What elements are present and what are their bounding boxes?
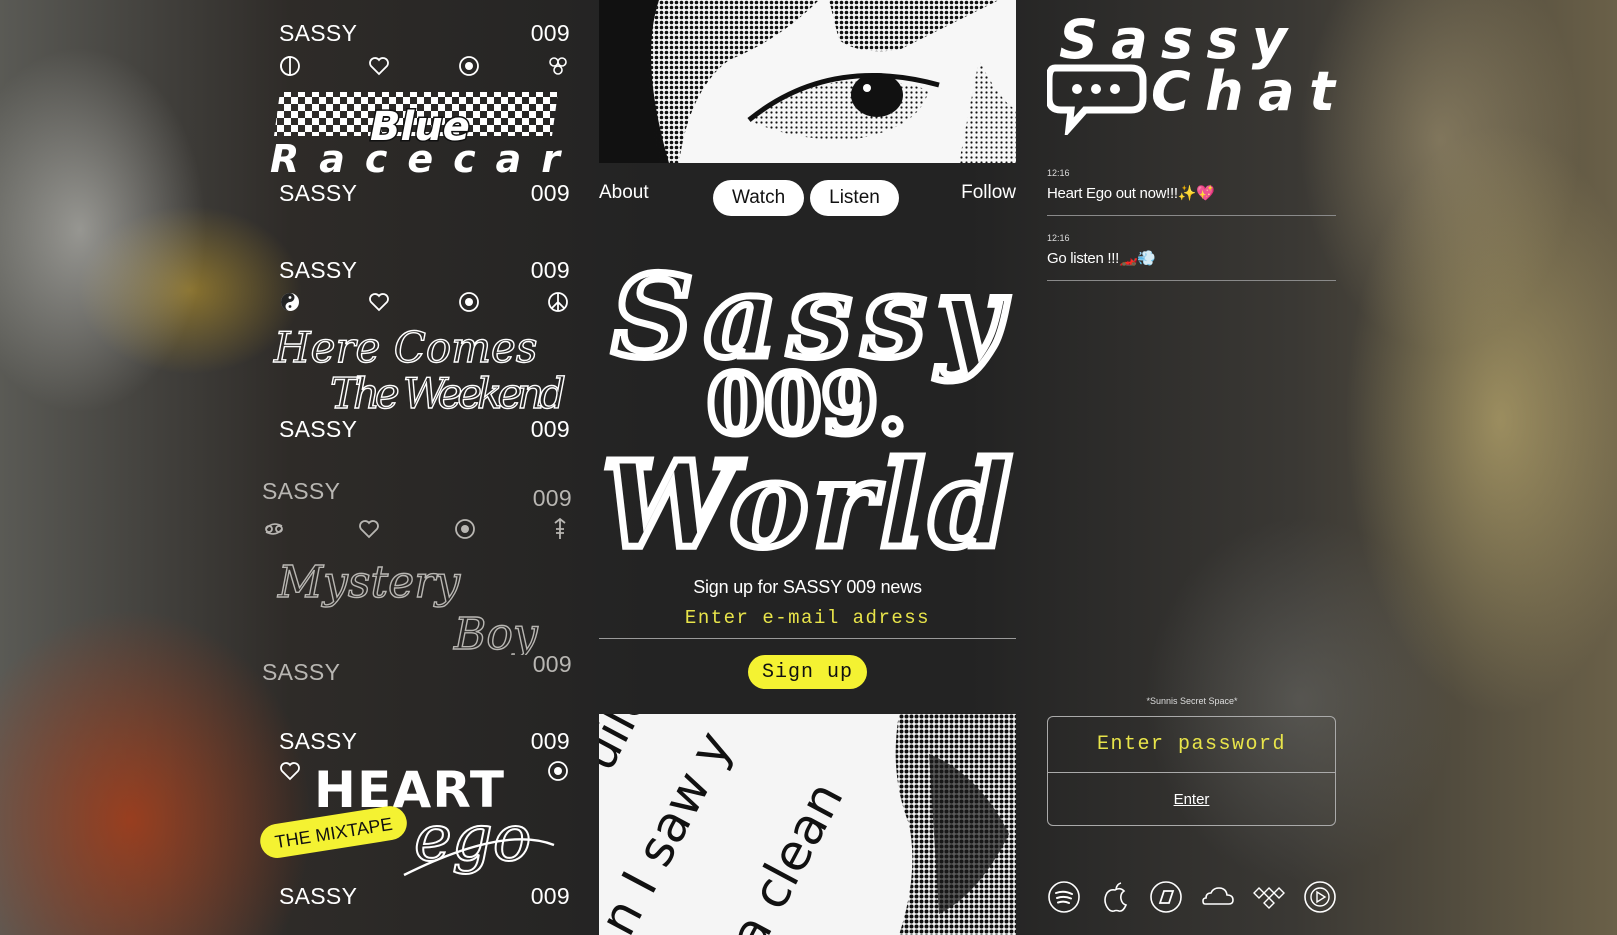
card-number: 009 <box>530 20 570 46</box>
release-card-mystery-boy[interactable]: SASSY 009 Mystery Boy SASSY 009 <box>262 475 572 690</box>
target-icon <box>458 292 479 312</box>
peace-icon <box>548 292 568 312</box>
title-line-2: Boy <box>453 609 539 655</box>
card-number: 009 <box>530 883 570 909</box>
main-column: About Watch Listen Follow Sassy 009. Wor… <box>599 0 1016 935</box>
card-number: 009 <box>532 485 572 511</box>
chat-column: Sassy Chat 12:16 Heart Ego out now!!!✨💖 … <box>1047 0 1337 935</box>
sassy-009-world-logo: Sassy 009. World <box>599 249 1016 559</box>
halftone-eye-image <box>599 0 1016 163</box>
message-text: Go listen !!!🏎️💨 <box>1047 250 1156 267</box>
message-time: 12:16 <box>1047 233 1070 243</box>
sign-up-button[interactable]: Sign up <box>748 655 867 689</box>
chat-logo-line-2: Chat <box>1151 60 1337 123</box>
card-number: 009 <box>530 728 570 754</box>
chat-bubble-icon <box>1047 64 1147 135</box>
card-brand: SASSY <box>279 180 358 206</box>
chat-message: 12:16 Go listen !!!🏎️💨 <box>1047 233 1336 281</box>
streaming-services <box>1047 880 1337 914</box>
password-form: Enter password Enter <box>1047 716 1336 826</box>
release-card-here-comes-the-weekend[interactable]: SASSY 009 Here Comes The Weekend SASSY 0… <box>262 250 572 450</box>
nav-about-link[interactable]: About <box>599 182 649 204</box>
caduceus-icon <box>554 517 566 539</box>
message-time: 12:16 <box>1047 168 1070 178</box>
release-cards-column: SASSY 009 Blue Racecar SASSY 009 SASSY 0… <box>260 0 572 935</box>
tidal-icon[interactable] <box>1252 880 1286 914</box>
triskelion-icon <box>549 57 567 75</box>
main-nav: About Watch Listen Follow <box>599 180 1016 220</box>
cancer-sign-icon <box>265 523 283 535</box>
title-line-1: Here Comes <box>273 323 537 372</box>
youtube-music-icon[interactable] <box>1303 880 1337 914</box>
card-brand: SASSY <box>279 883 358 909</box>
heart-icon <box>369 293 390 312</box>
card-number: 009 <box>530 416 570 442</box>
message-text: Heart Ego out now!!!✨💖 <box>1047 185 1215 202</box>
title-line-2: Racecar <box>270 137 562 176</box>
watch-listen-toggle: Watch Listen <box>713 180 899 216</box>
card-brand: SASSY <box>279 20 358 46</box>
card-number: 009 <box>530 180 570 206</box>
title-line-1: Mystery <box>277 557 461 608</box>
half-circle-icon <box>280 56 300 76</box>
title-line-2: The Weekend <box>330 369 566 414</box>
card-brand: SASSY <box>279 416 358 442</box>
apple-music-icon[interactable] <box>1098 880 1132 914</box>
halftone-lyrics-image: n I saw y a clean uildi <box>599 714 1016 935</box>
secret-space-label: *Sunnis Secret Space* <box>1146 696 1238 706</box>
email-input[interactable]: Enter e-mail adress <box>599 603 1016 639</box>
target-icon <box>454 519 475 539</box>
eye-photo <box>599 0 1016 163</box>
release-card-blue-racecar[interactable]: SASSY 009 Blue Racecar SASSY 009 <box>262 0 572 235</box>
card-brand: SASSY <box>279 257 358 283</box>
release-card-heart-ego[interactable]: SASSY 009 HEART ego THE MIXTAPE SASSY 00… <box>260 715 572 915</box>
soundcloud-icon[interactable] <box>1201 880 1235 914</box>
heart-icon <box>369 57 390 76</box>
nav-follow-link[interactable]: Follow <box>961 182 1016 204</box>
heart-icon <box>359 520 380 539</box>
card-brand: SASSY <box>279 728 358 754</box>
mystery-boy-title-art: Mystery Boy <box>276 556 539 655</box>
listen-button[interactable]: Listen <box>810 180 899 216</box>
enter-button[interactable]: Enter <box>1048 773 1335 825</box>
spotify-icon[interactable] <box>1047 880 1081 914</box>
password-input[interactable]: Enter password <box>1048 717 1335 773</box>
target-icon <box>458 56 479 76</box>
yin-yang-icon <box>281 293 299 311</box>
newsletter-title: Sign up for SASSY 009 news <box>693 577 922 597</box>
chat-message: 12:16 Heart Ego out now!!!✨💖 <box>1047 168 1336 216</box>
blue-racecar-title-art: Blue Racecar <box>270 92 562 176</box>
sassy-chat-logo: Sassy Chat <box>1047 10 1337 135</box>
deezer-icon[interactable] <box>1149 880 1183 914</box>
watch-button[interactable]: Watch <box>713 180 805 216</box>
lyrics-photo: n I saw y a clean uildi <box>599 714 1016 935</box>
card-brand: SASSY <box>262 659 341 685</box>
card-number: 009 <box>530 257 570 283</box>
card-brand: SASSY <box>262 478 341 504</box>
logo-line-3: World <box>602 435 1012 558</box>
here-comes-title-art: Here Comes The Weekend <box>272 322 566 414</box>
card-number: 009 <box>532 651 572 677</box>
